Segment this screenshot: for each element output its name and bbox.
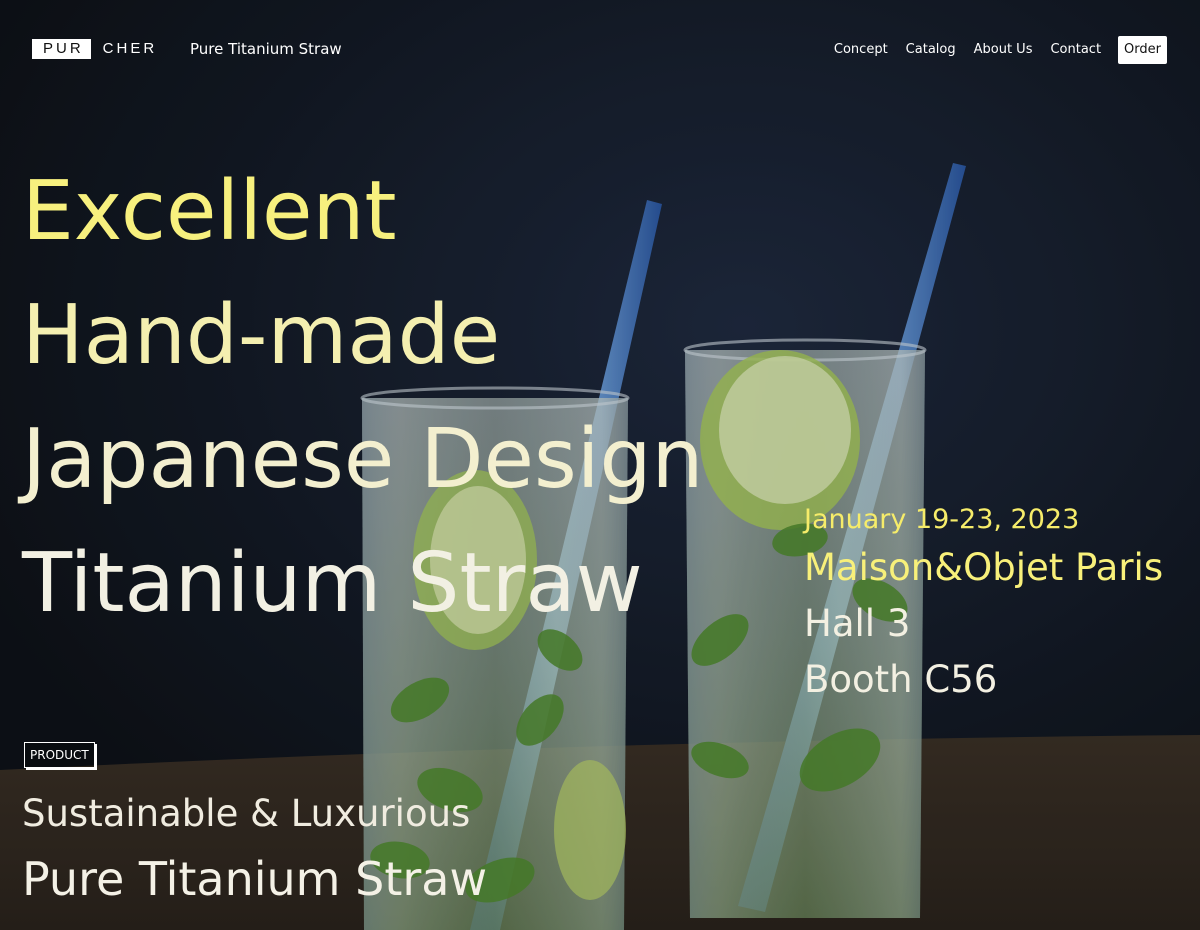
nav-contact[interactable]: Contact (1050, 36, 1101, 64)
hero-headline: Excellent Hand-made Japanese Design Tita… (22, 150, 704, 646)
headline-line-2: Hand-made (22, 288, 501, 383)
event-date: January 19-23, 2023 (804, 504, 1080, 535)
order-button[interactable]: Order (1118, 36, 1167, 64)
event-hall: Hall 3 (804, 602, 911, 645)
nav-concept[interactable]: Concept (834, 36, 888, 64)
product-title: Pure Titanium Straw (22, 852, 488, 906)
event-venue: Maison&Objet Paris (804, 546, 1164, 589)
nav-catalog[interactable]: Catalog (906, 36, 956, 64)
main-nav: Concept Catalog About Us Contact Order (816, 36, 1167, 64)
product-badge: PRODUCT (24, 742, 95, 768)
product-subtitle: Sustainable & Luxurious (22, 792, 471, 835)
brand-logo[interactable]: PUR CHER (32, 39, 157, 59)
event-info: January 19-23, 2023 Maison&Objet Paris H… (804, 500, 1163, 708)
logo-boxed-text: PUR (32, 39, 91, 59)
logo-text: CHER (102, 40, 158, 57)
site-tagline: Pure Titanium Straw (190, 40, 342, 58)
headline-line-4: Titanium Straw (22, 536, 643, 631)
nav-about-us[interactable]: About Us (974, 36, 1033, 64)
headline-line-3: Japanese Design (22, 412, 704, 507)
headline-line-1: Excellent (22, 164, 397, 259)
event-booth: Booth C56 (804, 658, 998, 701)
